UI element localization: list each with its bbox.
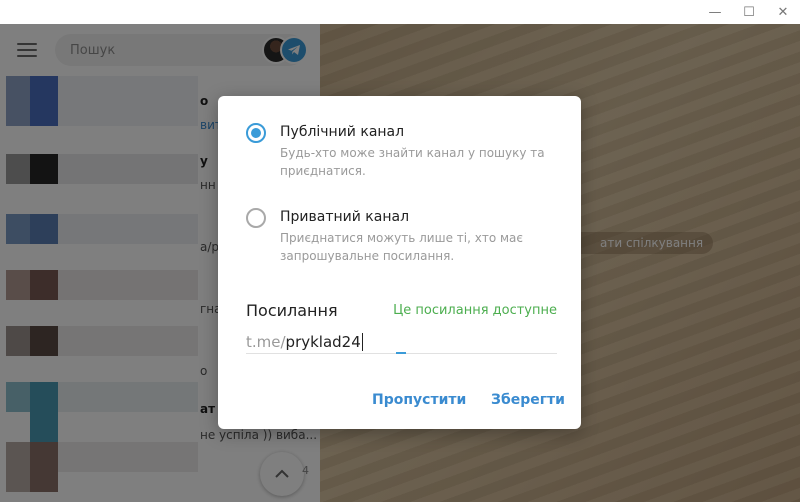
link-input[interactable]: t.me/ pryklad24 <box>246 330 557 354</box>
maximize-icon[interactable]: ☐ <box>732 0 766 24</box>
public-channel-description: Будь-хто може знайти канал у пошуку та п… <box>280 146 545 178</box>
input-focus-indicator <box>396 352 406 354</box>
window-titlebar: — ☐ ✕ <box>0 0 800 24</box>
channel-type-dialog: Публічний канал Будь-хто може знайти кан… <box>218 96 581 429</box>
link-prefix: t.me/ <box>246 332 286 351</box>
link-value: pryklad24 <box>285 332 361 351</box>
link-label: Посилання <box>246 301 338 320</box>
close-icon[interactable]: ✕ <box>766 0 800 24</box>
public-channel-radio[interactable] <box>246 123 266 143</box>
private-channel-description: Приєднатися можуть лише ті, хто має запр… <box>280 231 523 263</box>
link-availability-status: Це посилання доступне <box>393 303 557 318</box>
text-caret <box>361 332 363 351</box>
public-channel-option[interactable]: Публічний канал Будь-хто може знайти кан… <box>246 123 570 180</box>
private-channel-radio[interactable] <box>246 208 266 228</box>
save-button[interactable]: Зберегти <box>491 392 565 408</box>
minimize-icon[interactable]: — <box>698 0 732 24</box>
public-channel-title: Публічний канал <box>280 124 405 140</box>
private-channel-option[interactable]: Приватний канал Приєднатися можуть лише … <box>246 208 570 265</box>
skip-button[interactable]: Пропустити <box>372 392 466 408</box>
private-channel-title: Приватний канал <box>280 209 410 225</box>
